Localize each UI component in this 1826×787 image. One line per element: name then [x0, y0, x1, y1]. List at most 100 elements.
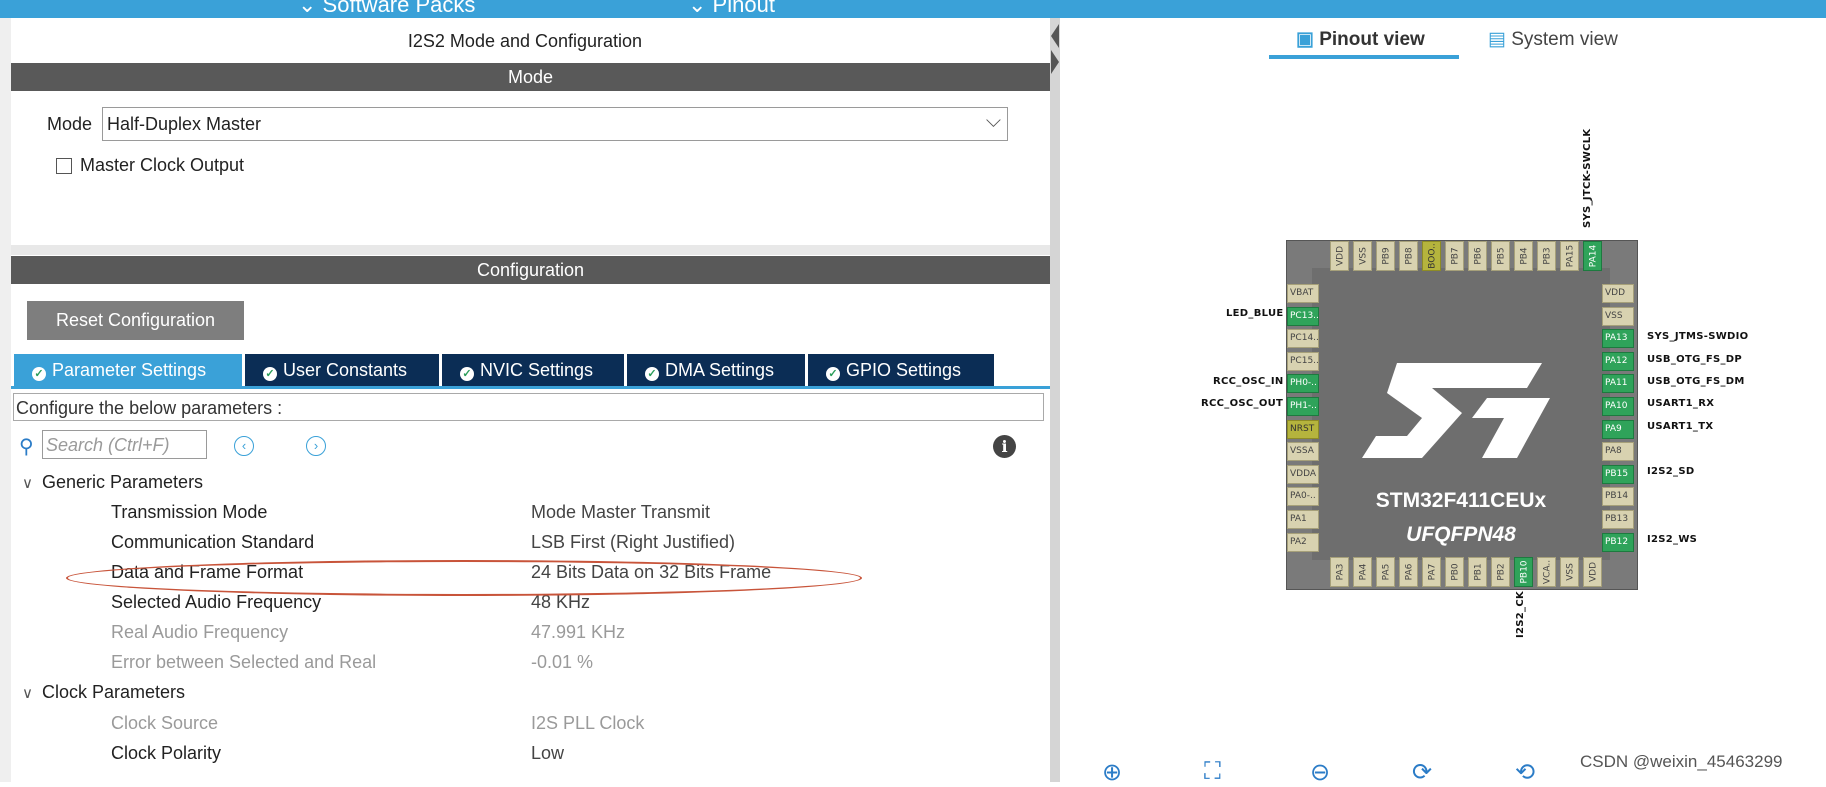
signal-label: SYS_JTMS-SWDIO — [1647, 331, 1749, 342]
watermark: CSDN @weixin_45463299 — [1580, 752, 1783, 771]
param-name: Error between Selected and Real — [111, 652, 377, 672]
param-value[interactable]: LSB First (Right Justified) — [531, 532, 735, 553]
pin-pb7[interactable]: PB7 — [1445, 241, 1464, 271]
reset-configuration-button[interactable]: Reset Configuration — [27, 301, 244, 340]
pin-pa15[interactable]: PA15 — [1560, 241, 1579, 271]
pin-vdd[interactable]: VDD — [1602, 284, 1634, 303]
param-name: Real Audio Frequency — [111, 622, 289, 642]
pin-pa6[interactable]: PA6 — [1399, 557, 1418, 587]
search-placeholder: Search (Ctrl+F) — [46, 435, 170, 455]
tab-label: GPIO Settings — [846, 360, 962, 380]
pin-pb10[interactable]: PB10 — [1514, 557, 1533, 587]
pin-pa9[interactable]: PA9 — [1602, 419, 1634, 439]
tab-parameter-settings[interactable]: ✓ Parameter Settings — [14, 354, 242, 387]
search-input[interactable]: Search (Ctrl+F) — [42, 430, 207, 459]
pin-pc14[interactable]: PC14.. — [1287, 329, 1319, 349]
zoom-out-icon[interactable]: ⊖ — [1310, 758, 1330, 787]
chip-icon: ▣ — [1296, 29, 1314, 50]
collapse-left-icon[interactable] — [1051, 24, 1059, 48]
tab-pinout-view[interactable]: ▣ Pinout view — [1296, 28, 1425, 51]
pin-pb12[interactable]: PB12 — [1602, 532, 1634, 552]
pin-pb5[interactable]: PB5 — [1491, 241, 1510, 271]
pin-vss[interactable]: VSS — [1560, 557, 1579, 587]
tab-label: Parameter Settings — [52, 360, 207, 380]
master-clock-checkbox[interactable] — [56, 158, 72, 174]
pin-pa10[interactable]: PA10 — [1602, 397, 1634, 416]
pin-pa7[interactable]: PA7 — [1422, 557, 1441, 587]
pin-pc13[interactable]: PC13.. — [1287, 306, 1319, 326]
pin-pb3[interactable]: PB3 — [1537, 241, 1556, 271]
pin-pa13[interactable]: PA13 — [1602, 329, 1634, 349]
pinout-menu[interactable]: ⌄ Pinout — [688, 0, 775, 18]
tab-dma-settings[interactable]: ✓ DMA Settings — [627, 354, 805, 387]
tab-system-view[interactable]: ▤ System view — [1488, 28, 1618, 51]
search-icon: ⚲ — [19, 436, 34, 458]
pin-pa4[interactable]: PA4 — [1353, 557, 1372, 587]
signal-label: USART1_RX — [1647, 398, 1715, 409]
pin-vdda[interactable]: VDDA — [1287, 464, 1319, 484]
software-packs-menu[interactable]: ⌄ Software Packs — [298, 0, 475, 18]
pin-pa5[interactable]: PA5 — [1376, 557, 1395, 587]
pin-pa1[interactable]: PA1 — [1287, 510, 1319, 529]
pin-pa11[interactable]: PA11 — [1602, 374, 1634, 394]
previous-result-icon[interactable]: ‹ — [234, 436, 254, 456]
param-name: Selected Audio Frequency — [111, 592, 322, 612]
signal-label: RCC_OSC_IN — [1213, 376, 1284, 387]
pin-pb15[interactable]: PB15 — [1602, 464, 1634, 484]
chip-package: UFQFPN48 — [1406, 523, 1516, 546]
pin-ph1[interactable]: PH1-.. — [1287, 397, 1319, 416]
signal-label: I2S2_CK — [1515, 590, 1526, 638]
mode-label: Mode — [47, 114, 93, 134]
pin-vca[interactable]: VCA.. — [1537, 557, 1556, 587]
pin-pb13[interactable]: PB13 — [1602, 510, 1634, 529]
tab-gpio-settings[interactable]: ✓ GPIO Settings — [808, 354, 994, 387]
tab-label: Pinout view — [1319, 29, 1425, 50]
pin-vbat[interactable]: VBAT — [1287, 284, 1319, 303]
pin-pa0[interactable]: PA0-.. — [1287, 487, 1319, 507]
pin-vss[interactable]: VSS — [1353, 241, 1372, 271]
mode-select[interactable]: Half-Duplex Master ⌵ — [102, 107, 1008, 141]
pin-pb9[interactable]: PB9 — [1376, 241, 1395, 271]
generic-parameters-group[interactable]: ∨ Generic Parameters — [22, 472, 203, 493]
tab-user-constants[interactable]: ✓ User Constants — [245, 354, 439, 387]
param-name: Transmission Mode — [111, 502, 268, 522]
pin-vdd[interactable]: VDD — [1583, 557, 1602, 587]
pin-vss[interactable]: VSS — [1602, 306, 1634, 326]
pin-ph0[interactable]: PH0-.. — [1287, 374, 1319, 394]
pin-pb2[interactable]: PB2 — [1491, 557, 1510, 587]
chevron-down-icon: ∨ — [22, 475, 33, 492]
clock-parameters-group[interactable]: ∨ Clock Parameters — [22, 682, 185, 703]
pane-splitter[interactable] — [1050, 18, 1060, 782]
param-value[interactable]: Mode Master Transmit — [531, 502, 710, 523]
collapse-right-icon[interactable] — [1051, 50, 1059, 74]
info-icon[interactable]: i — [993, 435, 1016, 458]
pin-pc15[interactable]: PC15.. — [1287, 351, 1319, 371]
rotate-left-icon[interactable]: ⟲ — [1515, 758, 1535, 787]
pin-pb6[interactable]: PB6 — [1468, 241, 1487, 271]
pin-pb0[interactable]: PB0 — [1445, 557, 1464, 587]
signal-label: RCC_OSC_OUT — [1201, 398, 1284, 409]
chevron-down-icon[interactable]: ⌵ — [986, 110, 1001, 133]
tab-label: System view — [1511, 29, 1618, 50]
next-result-icon[interactable]: › — [306, 436, 326, 456]
pin-pb8[interactable]: PB8 — [1399, 241, 1418, 271]
pin-boo[interactable]: BOO.. — [1422, 241, 1441, 271]
param-value: I2S PLL Clock — [531, 713, 645, 733]
pin-pa12[interactable]: PA12 — [1602, 351, 1634, 371]
tab-label: DMA Settings — [665, 360, 775, 380]
pin-pa14[interactable]: PA14 — [1583, 241, 1602, 271]
pin-vdd[interactable]: VDD — [1330, 241, 1349, 271]
pin-pa3[interactable]: PA3 — [1330, 557, 1349, 587]
pin-pb14[interactable]: PB14 — [1602, 487, 1634, 507]
pin-nrst[interactable]: NRST — [1287, 419, 1319, 439]
param-value[interactable]: Low — [531, 743, 564, 764]
rotate-right-icon[interactable]: ⟳ — [1412, 758, 1432, 787]
check-circle-icon: ✓ — [460, 367, 474, 381]
pin-pa2[interactable]: PA2 — [1287, 532, 1319, 552]
pin-vssa[interactable]: VSSA — [1287, 442, 1319, 462]
pin-pb1[interactable]: PB1 — [1468, 557, 1487, 587]
pin-pb4[interactable]: PB4 — [1514, 241, 1533, 271]
zoom-in-icon[interactable]: ⊕ — [1102, 758, 1122, 787]
pin-pa8[interactable]: PA8 — [1602, 442, 1634, 462]
tab-nvic-settings[interactable]: ✓ NVIC Settings — [442, 354, 624, 387]
